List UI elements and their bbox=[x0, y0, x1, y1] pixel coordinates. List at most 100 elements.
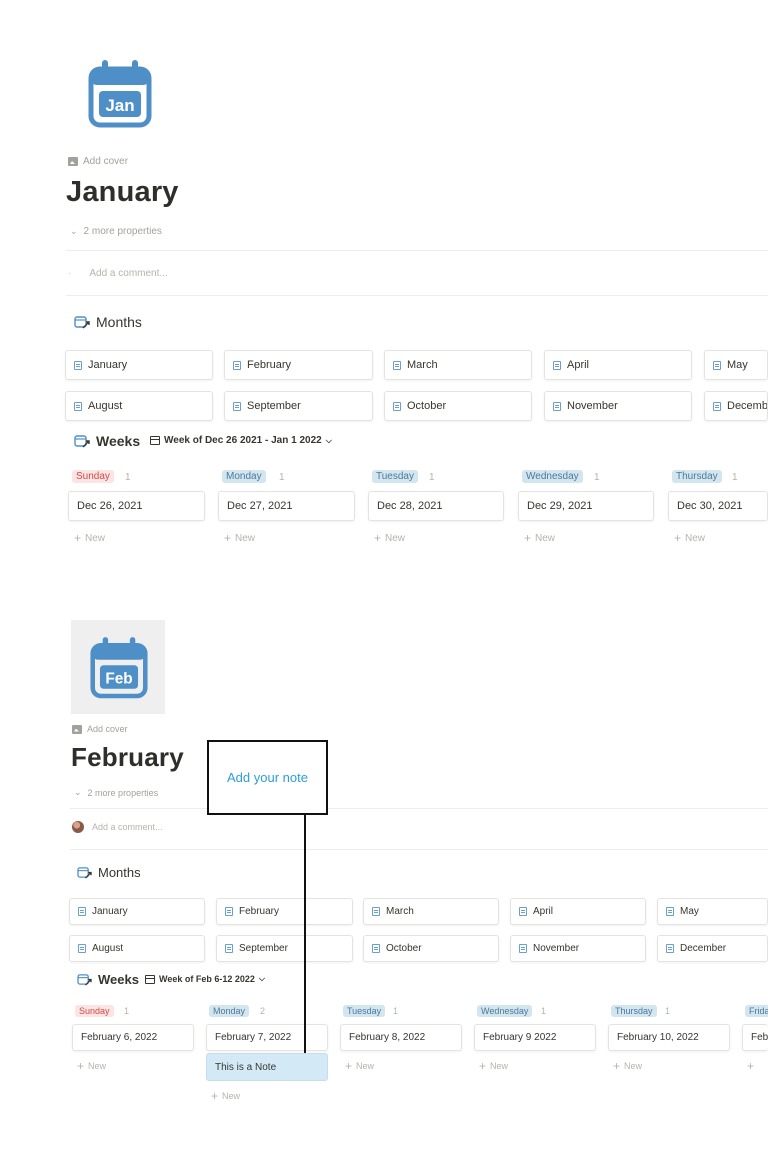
month-card-november[interactable]: November bbox=[510, 935, 646, 962]
add-cover-label: Add cover bbox=[83, 156, 129, 167]
note-card[interactable]: This is a Note bbox=[206, 1053, 328, 1081]
page-title[interactable]: January bbox=[66, 176, 179, 209]
page-icon bbox=[666, 907, 674, 916]
date-card[interactable]: February 10, 2022 bbox=[608, 1024, 730, 1051]
month-card-april[interactable]: April bbox=[544, 350, 692, 380]
week-view-selector[interactable]: Week of Dec 26 2021 - Jan 1 2022 ⌵ bbox=[150, 435, 332, 446]
months-header-label: Months bbox=[96, 314, 142, 330]
week-view-label: Week of Feb 6-12 2022 bbox=[159, 974, 255, 984]
weeks-header[interactable]: Weeks bbox=[74, 433, 140, 449]
add-cover-button[interactable]: Add cover bbox=[72, 724, 128, 734]
add-cover-button[interactable]: Add cover bbox=[68, 156, 128, 167]
comment-input[interactable]: Add a comment... bbox=[72, 821, 163, 833]
months-header-label: Months bbox=[98, 865, 141, 880]
month-card-december[interactable]: December bbox=[657, 935, 768, 962]
month-card-november[interactable]: November bbox=[544, 391, 692, 421]
new-button[interactable]: + bbox=[747, 1059, 754, 1073]
month-card-label: February bbox=[239, 906, 280, 917]
date-card[interactable]: Dec 28, 2021 bbox=[368, 491, 504, 521]
month-card-january[interactable]: January bbox=[69, 898, 205, 925]
month-card-label: August bbox=[88, 400, 123, 412]
month-card-april[interactable]: April bbox=[510, 898, 646, 925]
date-card[interactable]: February 6, 2022 bbox=[72, 1024, 194, 1051]
day-tag-friday: Frida bbox=[745, 1005, 768, 1017]
months-header[interactable]: Months bbox=[77, 865, 141, 880]
page-title[interactable]: February bbox=[71, 742, 184, 773]
month-card-december[interactable]: Decembe bbox=[704, 391, 768, 421]
plus-icon: + bbox=[524, 531, 532, 545]
month-card-label: Decembe bbox=[727, 400, 768, 412]
day-tag-monday: Monday bbox=[222, 470, 266, 483]
new-button[interactable]: + New bbox=[613, 1059, 642, 1073]
day-tag-tuesday: Tuesday bbox=[343, 1005, 386, 1017]
date-card[interactable]: Dec 29, 2021 bbox=[518, 491, 654, 521]
annotation-note-text: Add your note bbox=[227, 770, 308, 785]
page-icon bbox=[713, 401, 721, 411]
week-view-selector[interactable]: Week of Feb 6-12 2022 ⌵ bbox=[145, 974, 265, 984]
date-card[interactable]: Dec 27, 2021 bbox=[218, 491, 355, 521]
month-card-august[interactable]: August bbox=[69, 935, 205, 962]
new-button[interactable]: + New bbox=[211, 1089, 240, 1103]
new-button[interactable]: + New bbox=[77, 1059, 106, 1073]
annotation-note-box: Add your note bbox=[207, 740, 328, 815]
image-icon bbox=[72, 724, 82, 734]
plus-icon: + bbox=[345, 1059, 353, 1073]
calendar-arrow-icon bbox=[74, 435, 90, 448]
weeks-header[interactable]: Weeks bbox=[77, 972, 139, 987]
more-properties-label: 2 more properties bbox=[87, 787, 159, 798]
new-label: New bbox=[535, 532, 556, 544]
calendar-feb-icon: Feb bbox=[90, 637, 148, 699]
month-card-february[interactable]: February bbox=[216, 898, 353, 925]
new-button[interactable]: + New bbox=[674, 531, 705, 545]
date-card[interactable]: Dec 26, 2021 bbox=[68, 491, 205, 521]
more-properties-toggle[interactable]: ⌄ 2 more properties bbox=[74, 787, 158, 798]
new-label: New bbox=[88, 1061, 107, 1071]
month-card-september[interactable]: September bbox=[216, 935, 353, 962]
date-card[interactable]: February 8, 2022 bbox=[340, 1024, 462, 1051]
month-card-january[interactable]: January bbox=[65, 350, 213, 380]
month-card-march[interactable]: March bbox=[363, 898, 499, 925]
day-tag-thursday: Thursday bbox=[672, 470, 722, 483]
day-count: 1 bbox=[594, 472, 600, 483]
new-button[interactable]: + New bbox=[479, 1059, 508, 1073]
day-tag-sunday: Sunday bbox=[75, 1005, 114, 1017]
weeks-header-label: Weeks bbox=[98, 972, 139, 987]
date-card[interactable]: Dec 30, 2021 bbox=[668, 491, 768, 521]
calendar-arrow-icon bbox=[74, 316, 90, 329]
chevron-down-icon: ⌵ bbox=[258, 974, 265, 983]
month-card-october[interactable]: October bbox=[363, 935, 499, 962]
new-label: New bbox=[222, 1091, 241, 1101]
month-card-march[interactable]: March bbox=[384, 350, 532, 380]
month-card-label: April bbox=[533, 906, 554, 917]
new-button[interactable]: + New bbox=[224, 531, 255, 545]
page-icon bbox=[553, 360, 561, 370]
day-tag-sunday: Sunday bbox=[72, 470, 114, 483]
month-card-october[interactable]: October bbox=[384, 391, 532, 421]
day-tag-thursday: Thursday bbox=[611, 1005, 657, 1017]
calendar-feb-label: Feb bbox=[105, 670, 132, 687]
month-card-august[interactable]: August bbox=[65, 391, 213, 421]
calendar-arrow-icon bbox=[77, 974, 92, 986]
month-card-label: September bbox=[239, 943, 288, 954]
month-card-label: September bbox=[247, 400, 301, 412]
comment-input[interactable]: · Add a comment... bbox=[68, 268, 168, 279]
new-button[interactable]: + New bbox=[524, 531, 555, 545]
month-card-september[interactable]: September bbox=[224, 391, 373, 421]
day-count: 1 bbox=[429, 472, 435, 483]
date-card[interactable]: February 7, 2022 bbox=[206, 1024, 328, 1051]
months-header[interactable]: Months bbox=[74, 314, 142, 330]
new-button[interactable]: + New bbox=[74, 531, 105, 545]
calendar-jan-label: Jan bbox=[105, 96, 134, 115]
more-properties-toggle[interactable]: ⌄ 2 more properties bbox=[70, 226, 162, 237]
month-card-label: April bbox=[567, 359, 590, 371]
month-card-label: February bbox=[247, 359, 292, 371]
plus-icon: + bbox=[77, 1059, 85, 1073]
date-card[interactable]: February 9 2022 bbox=[474, 1024, 596, 1051]
date-card[interactable]: Febr bbox=[742, 1024, 768, 1051]
month-card-february[interactable]: February bbox=[224, 350, 373, 380]
new-button[interactable]: + New bbox=[374, 531, 405, 545]
month-card-may[interactable]: May bbox=[657, 898, 768, 925]
new-button[interactable]: + New bbox=[345, 1059, 374, 1073]
month-card-may[interactable]: May bbox=[704, 350, 768, 380]
new-label: New bbox=[235, 532, 256, 544]
